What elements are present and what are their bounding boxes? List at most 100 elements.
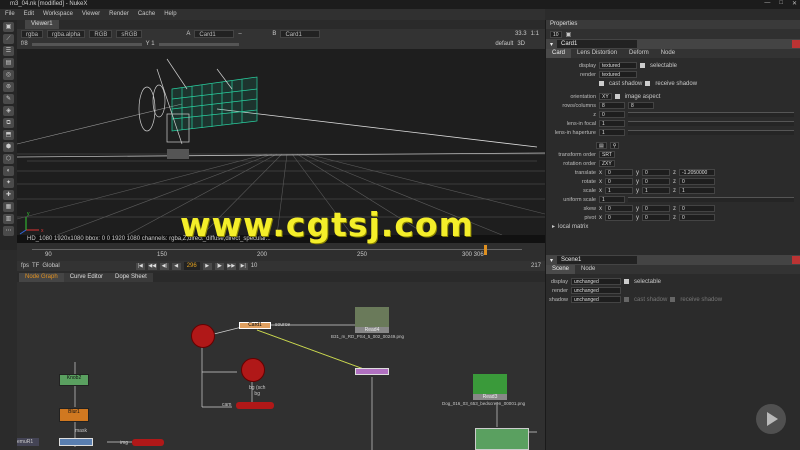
tab-lens-distortion[interactable]: Lens Distortion xyxy=(571,49,623,58)
scene-display-dropdown[interactable]: unchanged xyxy=(571,278,621,285)
input-a-dropdown[interactable]: Card1 xyxy=(194,30,235,38)
wipe-icon[interactable]: – xyxy=(238,31,268,37)
transform-order-dropdown[interactable]: SRT xyxy=(599,151,615,158)
scene-name-field[interactable]: Scene1 xyxy=(557,256,638,264)
more-tool-icon[interactable]: ⋯ xyxy=(3,226,14,236)
card-node[interactable]: Card1 xyxy=(239,322,271,329)
other-tool-icon[interactable]: ▥ xyxy=(3,214,14,224)
last-frame-icon[interactable]: ▶| xyxy=(238,262,248,270)
orientation-dropdown[interactable]: XY xyxy=(599,93,612,100)
tf-dropdown[interactable]: TF xyxy=(32,263,39,269)
render-dropdown[interactable]: textured xyxy=(599,71,637,78)
merge-node[interactable] xyxy=(59,438,93,446)
step-field[interactable]: 10 xyxy=(251,263,258,269)
z-slider[interactable] xyxy=(628,112,794,117)
collapse-icon[interactable]: ▾ xyxy=(550,41,553,48)
fps-dropdown[interactable]: fps xyxy=(21,263,29,269)
card-name-field[interactable]: Card1 xyxy=(557,40,638,48)
first-frame-icon[interactable]: |◀ xyxy=(135,262,145,270)
uniform-scale-field[interactable]: 1 xyxy=(599,196,625,203)
transform-node[interactable] xyxy=(355,368,389,375)
read3-thumbnail[interactable] xyxy=(473,374,507,394)
channels-dropdown[interactable]: rgba xyxy=(21,30,44,38)
filter-tool-icon[interactable]: ⊚ xyxy=(3,82,14,92)
translate-x-field[interactable]: 0 xyxy=(605,169,633,176)
image-aspect-checkbox[interactable] xyxy=(614,94,620,99)
menu-viewer[interactable]: Viewer xyxy=(82,9,100,20)
end-frame-field[interactable]: 217 xyxy=(531,263,541,269)
rows-field[interactable]: 8 xyxy=(599,102,625,109)
scene-selectable-checkbox[interactable] xyxy=(624,279,629,284)
uniform-scale-slider[interactable] xyxy=(628,197,794,202)
prev-frame-icon[interactable]: ◀| xyxy=(159,262,169,270)
scale-x-field[interactable]: 1 xyxy=(605,187,633,194)
scene-close-panel-icon[interactable] xyxy=(792,256,800,264)
gamma-slider[interactable] xyxy=(158,42,239,46)
expand-icon[interactable]: ▸ xyxy=(552,223,555,230)
scene-collapse-icon[interactable]: ▾ xyxy=(550,257,553,264)
input-b-dropdown[interactable]: Card1 xyxy=(280,30,321,38)
node-graph[interactable]: Card1 source bg (sch bg cam Read4 B31_m_… xyxy=(17,282,545,450)
rotate-y-field[interactable]: 0 xyxy=(642,178,670,185)
time-tool-icon[interactable]: ☰ xyxy=(3,46,14,56)
color-tool-icon[interactable]: ◎ xyxy=(3,70,14,80)
tab-node-graph[interactable]: Node Graph xyxy=(19,273,64,282)
channel-tool-icon[interactable]: ▤ xyxy=(3,58,14,68)
particles-tool-icon[interactable]: ⬡ xyxy=(3,154,14,164)
haperture-slider[interactable] xyxy=(628,130,794,135)
skew-z-field[interactable]: 0 xyxy=(679,205,715,212)
tab-card[interactable]: Card xyxy=(546,49,572,58)
gain-value[interactable]: 33.3 xyxy=(515,31,527,37)
menu-workspace[interactable]: Workspace xyxy=(43,9,73,20)
cast-shadow-checkbox[interactable] xyxy=(599,81,604,86)
haperture-field[interactable]: 1 xyxy=(599,129,625,136)
translate-y-field[interactable]: 0 xyxy=(642,169,670,176)
scene-cast-shadow-checkbox[interactable] xyxy=(624,297,629,302)
close-icon[interactable]: ✕ xyxy=(792,0,797,9)
knob2-node[interactable]: Knob2 xyxy=(59,374,89,386)
play-backward-icon[interactable]: ◀ xyxy=(171,262,181,270)
menu-file[interactable]: File xyxy=(5,9,15,20)
display-dropdown[interactable]: textured xyxy=(599,62,637,69)
3d-tool-icon[interactable]: ⬒ xyxy=(3,130,14,140)
read3-node[interactable]: Read3 xyxy=(473,394,507,400)
transform-tool-icon[interactable]: ⧉ xyxy=(3,118,14,128)
scanline-render-node[interactable] xyxy=(236,402,274,409)
global-dropdown[interactable]: Global xyxy=(42,263,59,269)
prev-key-icon[interactable]: ◀◀ xyxy=(147,262,157,270)
selectable-checkbox[interactable] xyxy=(640,63,645,68)
pivot-y-field[interactable]: 0 xyxy=(642,214,670,221)
output-node[interactable] xyxy=(132,439,164,446)
deep-tool-icon[interactable]: ◐ xyxy=(3,166,14,176)
alpha-dropdown[interactable]: rgba.alpha xyxy=(47,30,86,38)
skew-y-field[interactable]: 0 xyxy=(642,205,670,212)
tab-scene-node[interactable]: Node xyxy=(575,265,601,274)
cube-tool-icon[interactable]: ⬢ xyxy=(3,142,14,152)
tab-dope-sheet[interactable]: Dope Sheet xyxy=(109,273,153,282)
local-matrix-label[interactable]: local matrix xyxy=(558,224,588,230)
axis-link-icon[interactable]: ⚲ xyxy=(609,142,620,149)
rotate-x-field[interactable]: 0 xyxy=(605,178,633,185)
image-tool-icon[interactable]: ▣ xyxy=(3,22,14,32)
z-field[interactable]: 0 xyxy=(599,111,625,118)
gain-slider[interactable] xyxy=(31,42,142,46)
receive-shadow-checkbox[interactable] xyxy=(645,81,651,86)
proxy-dropdown[interactable]: default xyxy=(495,41,513,47)
tab-node[interactable]: Node xyxy=(655,49,681,58)
menu-edit[interactable]: Edit xyxy=(24,9,34,20)
rotation-order-dropdown[interactable]: ZXY xyxy=(599,160,615,167)
scene-shadow-dropdown[interactable]: unchanged xyxy=(571,296,621,303)
next-frame-icon[interactable]: |▶ xyxy=(214,262,224,270)
close-panel-icon[interactable] xyxy=(792,40,800,48)
blur1-node[interactable]: Blur1 xyxy=(59,408,89,422)
emur-node[interactable]: emuR1 xyxy=(17,438,39,446)
maximize-icon[interactable]: □ xyxy=(779,0,783,9)
play-forward-icon[interactable]: ▶ xyxy=(202,262,212,270)
colorspace-dropdown[interactable]: RGB xyxy=(89,30,113,38)
camera-node[interactable] xyxy=(241,358,265,382)
scene-receive-shadow-checkbox[interactable] xyxy=(670,297,676,302)
scene-render-dropdown[interactable]: unchanged xyxy=(571,287,621,294)
translate-z-field[interactable]: -1.2050000 xyxy=(679,169,715,176)
tab-viewer1[interactable]: Viewer1 xyxy=(25,20,59,29)
skew-x-field[interactable]: 0 xyxy=(605,205,633,212)
